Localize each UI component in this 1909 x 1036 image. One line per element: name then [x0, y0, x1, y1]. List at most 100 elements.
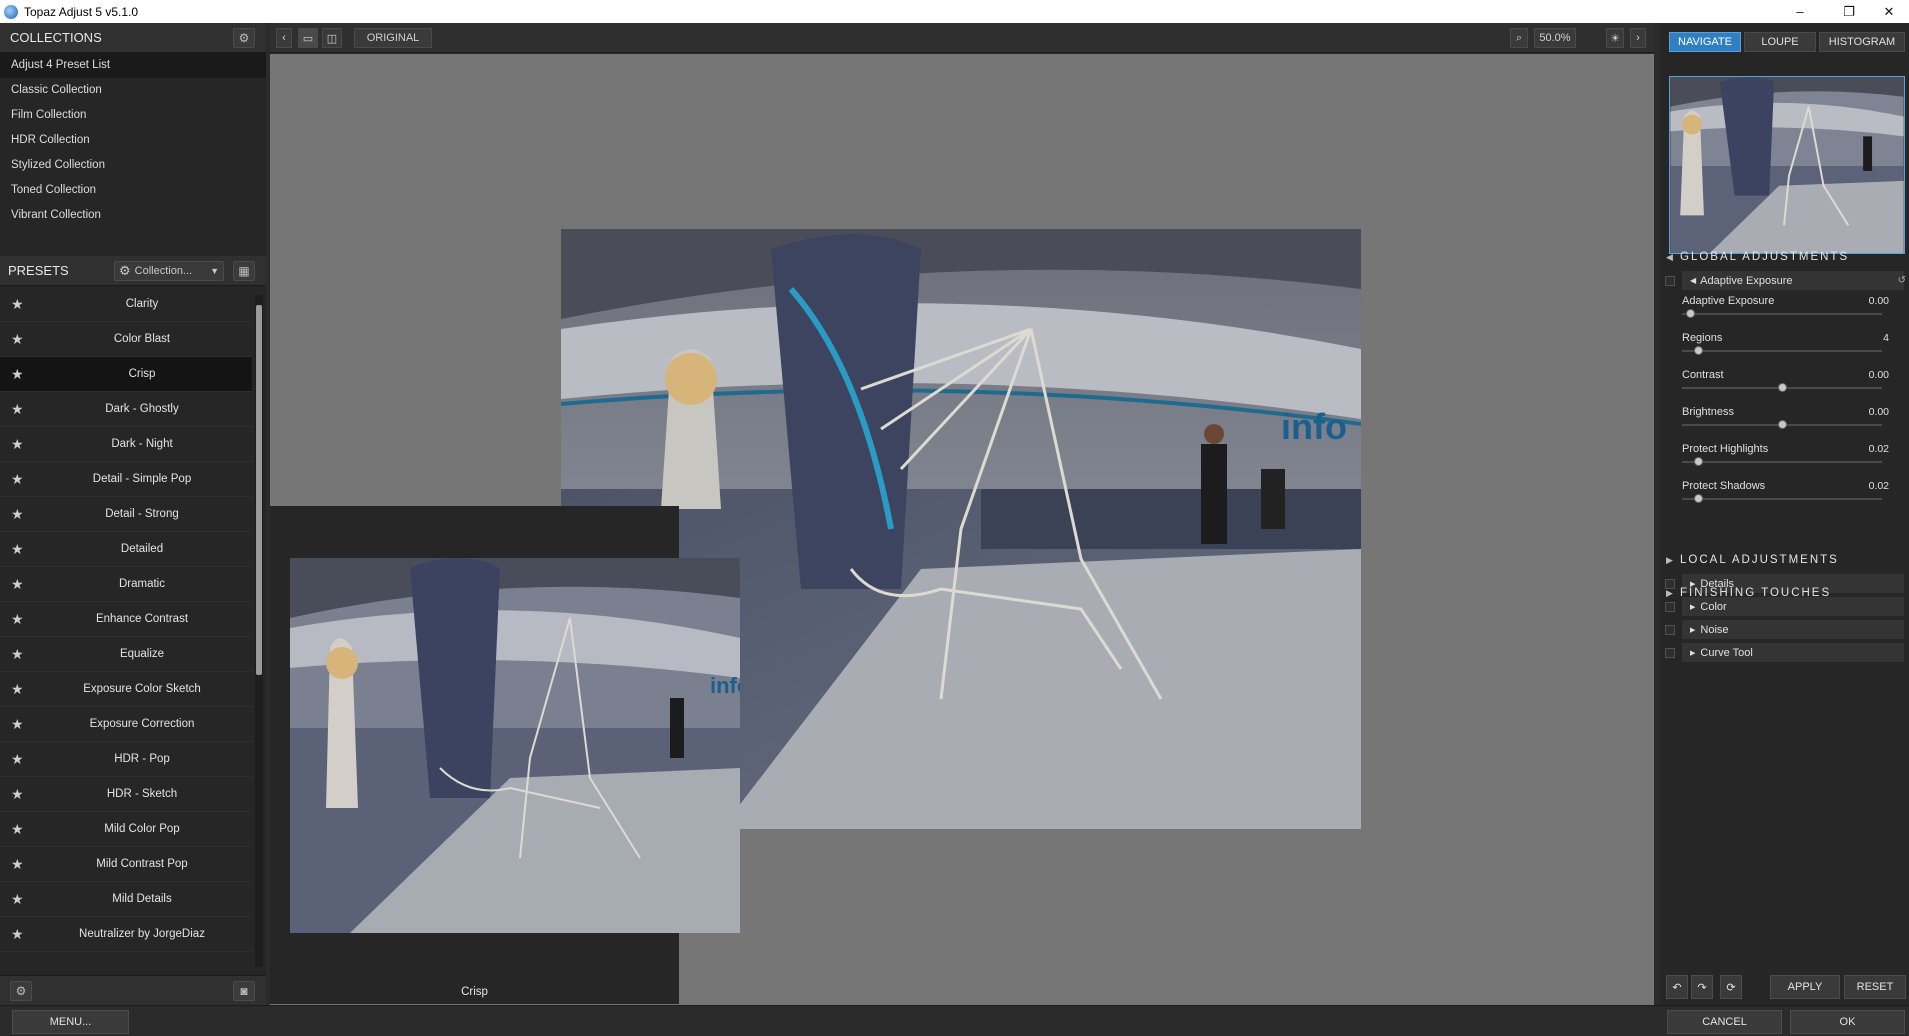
collection-item[interactable]: Vibrant Collection	[0, 203, 266, 228]
star-icon[interactable]: ★	[11, 786, 24, 803]
gear-icon[interactable]: ⚙	[233, 28, 255, 48]
preset-item[interactable]: ★ Equalize	[0, 637, 252, 672]
close-button[interactable]: ✕	[1866, 0, 1909, 23]
settings-icon[interactable]: ⚙	[10, 981, 32, 1001]
zoom-icon[interactable]: ⌕	[1510, 28, 1528, 48]
slider-knob[interactable]	[1778, 383, 1787, 392]
star-icon[interactable]: ★	[11, 576, 24, 593]
subsection-title: Curve Tool	[1700, 646, 1753, 659]
star-icon[interactable]: ★	[11, 611, 24, 628]
subsection-header[interactable]: ▶ Curve Tool	[1682, 643, 1904, 662]
light-icon[interactable]: ☀	[1606, 28, 1624, 48]
menu-button[interactable]: MENU...	[12, 1010, 129, 1034]
preset-item[interactable]: ★ Dramatic	[0, 567, 252, 602]
slider-knob[interactable]	[1694, 457, 1703, 466]
star-icon[interactable]: ★	[11, 821, 24, 838]
subsection-checkbox[interactable]	[1665, 625, 1675, 635]
collection-item[interactable]: Classic Collection	[0, 78, 266, 103]
preset-item[interactable]: ★ Mild Color Pop	[0, 812, 252, 847]
star-icon[interactable]: ★	[11, 506, 24, 523]
preset-item[interactable]: ★ Exposure Correction	[0, 707, 252, 742]
chevron-left-icon[interactable]: ‹	[276, 28, 292, 48]
collection-item[interactable]: Stylized Collection	[0, 153, 266, 178]
apply-button[interactable]: APPLY	[1770, 975, 1840, 999]
slider-knob[interactable]	[1686, 309, 1695, 318]
preset-item[interactable]: ★ Dark - Night	[0, 427, 252, 462]
zoom-level[interactable]: 50.0%	[1534, 28, 1576, 48]
star-icon[interactable]: ★	[11, 366, 24, 383]
redo-icon[interactable]: ↷	[1691, 975, 1713, 999]
ok-button[interactable]: OK	[1790, 1010, 1905, 1034]
collection-item[interactable]: Film Collection	[0, 103, 266, 128]
adaptive-exposure-checkbox[interactable]	[1665, 276, 1675, 286]
preset-item[interactable]: ★ Detail - Simple Pop	[0, 462, 252, 497]
star-icon[interactable]: ★	[11, 296, 24, 313]
star-icon[interactable]: ★	[11, 716, 24, 733]
slider-track[interactable]	[1682, 309, 1882, 318]
preset-item[interactable]: ★ Crisp	[0, 357, 252, 392]
chevron-right-icon[interactable]: ›	[1630, 28, 1646, 48]
preset-item[interactable]: ★ Exposure Color Sketch	[0, 672, 252, 707]
preset-item[interactable]: ★ Dark - Ghostly	[0, 392, 252, 427]
preset-item[interactable]: ★ Enhance Contrast	[0, 602, 252, 637]
original-button[interactable]: ORIGINAL	[354, 28, 432, 48]
preset-item[interactable]: ★ Detailed	[0, 532, 252, 567]
preset-label: Dark - Night	[111, 438, 173, 450]
star-icon[interactable]: ★	[11, 856, 24, 873]
collection-item[interactable]: HDR Collection	[0, 128, 266, 153]
camera-icon[interactable]: ◙	[233, 981, 255, 1001]
view-toolbar: ‹ ▭ ◫ ORIGINAL ⌕ 50.0% ☀ ›	[270, 23, 1654, 53]
scrollbar-thumb[interactable]	[256, 305, 262, 675]
slider-knob[interactable]	[1778, 420, 1787, 429]
local-adjustments-header[interactable]: ▶ LOCAL ADJUSTMENTS	[1660, 549, 1909, 571]
slider-track[interactable]	[1682, 346, 1882, 355]
cancel-button[interactable]: CANCEL	[1667, 1010, 1782, 1034]
star-icon[interactable]: ★	[11, 541, 24, 558]
slider-track[interactable]	[1682, 494, 1882, 503]
star-icon[interactable]: ★	[11, 401, 24, 418]
tab-histogram[interactable]: HISTOGRAM	[1819, 32, 1905, 52]
star-icon[interactable]: ★	[11, 681, 24, 698]
history-icon[interactable]: ⟳	[1720, 975, 1742, 999]
preset-item[interactable]: ★ Color Blast	[0, 322, 252, 357]
reset-button[interactable]: RESET	[1844, 975, 1906, 999]
image-canvas[interactable]: info info Crisp	[270, 54, 1654, 1005]
star-icon[interactable]: ★	[11, 331, 24, 348]
subsection-checkbox[interactable]	[1665, 648, 1675, 658]
finishing-touches-header[interactable]: ▶ FINISHING TOUCHES	[1660, 582, 1909, 604]
star-icon[interactable]: ★	[11, 436, 24, 453]
star-icon[interactable]: ★	[11, 926, 24, 943]
navigator-thumbnail[interactable]	[1669, 76, 1905, 254]
preset-item[interactable]: ★ Mild Contrast Pop	[0, 847, 252, 882]
subsection-header[interactable]: ▶ Noise	[1682, 620, 1904, 639]
minimize-button[interactable]: –	[1777, 0, 1823, 23]
single-view-icon[interactable]: ▭	[298, 28, 318, 48]
grid-view-icon[interactable]: ▦	[233, 261, 255, 281]
preset-item[interactable]: ★ HDR - Pop	[0, 742, 252, 777]
star-icon[interactable]: ★	[11, 646, 24, 663]
collection-filter-dropdown[interactable]: ⚙ Collection... ▼	[114, 261, 224, 281]
split-view-icon[interactable]: ◫	[322, 28, 342, 48]
adaptive-exposure-header[interactable]: ◀ Adaptive Exposure ↺	[1682, 271, 1906, 290]
preset-item[interactable]: ★ Mild Details	[0, 882, 252, 917]
collection-item[interactable]: Toned Collection	[0, 178, 266, 203]
slider-track[interactable]	[1682, 420, 1882, 429]
preset-item[interactable]: ★ Neutralizer by JorgeDiaz	[0, 917, 252, 952]
collection-item[interactable]: Adjust 4 Preset List	[0, 53, 266, 78]
slider-track[interactable]	[1682, 457, 1882, 466]
reset-section-icon[interactable]: ↺	[1898, 275, 1906, 286]
undo-icon[interactable]: ↶	[1666, 975, 1688, 999]
tab-navigate[interactable]: NAVIGATE	[1669, 32, 1741, 52]
star-icon[interactable]: ★	[11, 751, 24, 768]
global-adjustments-header[interactable]: ◀ GLOBAL ADJUSTMENTS	[1660, 246, 1909, 268]
preset-item[interactable]: ★ Clarity	[0, 287, 252, 322]
slider-track[interactable]	[1682, 383, 1882, 392]
slider-knob[interactable]	[1694, 494, 1703, 503]
preset-item[interactable]: ★ Detail - Strong	[0, 497, 252, 532]
presets-scrollbar[interactable]	[255, 295, 263, 967]
preset-item[interactable]: ★ HDR - Sketch	[0, 777, 252, 812]
star-icon[interactable]: ★	[11, 891, 24, 908]
star-icon[interactable]: ★	[11, 471, 24, 488]
slider-knob[interactable]	[1694, 346, 1703, 355]
tab-loupe[interactable]: LOUPE	[1744, 32, 1816, 52]
